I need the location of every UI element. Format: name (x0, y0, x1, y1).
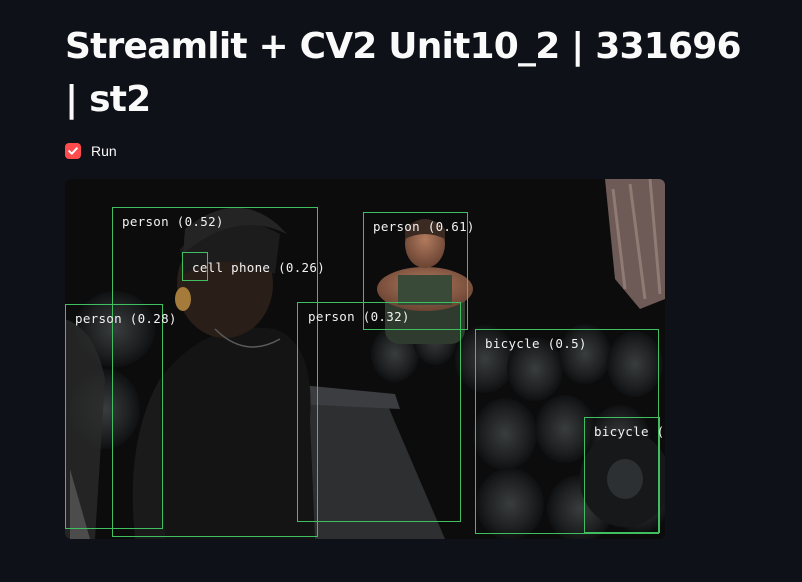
camera-frame: person (0.52) cell phone (0.26) person (… (65, 179, 665, 539)
detection-label: person (0.61) (373, 219, 475, 234)
run-checkbox[interactable]: Run (65, 140, 117, 162)
detection-label: person (0.28) (75, 311, 177, 326)
detection-label: person (0.52) (122, 214, 224, 229)
detection-label: bicycle (0.5) (485, 336, 587, 351)
detection-box (65, 304, 163, 529)
checkbox-checked-icon[interactable] (65, 143, 81, 159)
streamlit-app: Streamlit + CV2 Unit10_2 | 331696 | st2 … (0, 0, 802, 582)
run-checkbox-label: Run (91, 143, 117, 159)
detection-label: cell phone (0.26) (192, 260, 326, 275)
detection-box (297, 302, 461, 522)
page-title: Streamlit + CV2 Unit10_2 | 331696 | st2 (65, 26, 742, 120)
detection-label: person (0.32) (308, 309, 410, 324)
detection-label: bicycle ( (594, 424, 665, 439)
